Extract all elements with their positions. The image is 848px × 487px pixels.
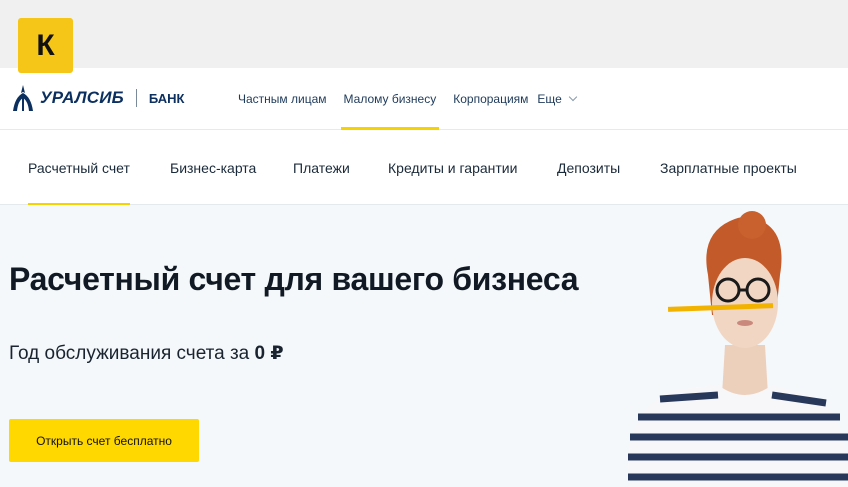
hero-subtitle-price: 0 ₽ — [254, 343, 284, 364]
hero-title: Расчетный счет для вашего бизнеса — [9, 261, 579, 297]
hero-subtitle: Год обслуживания счета за 0 ₽ — [9, 342, 284, 365]
k-badge-logo: К — [18, 18, 73, 73]
subnav-item-salary-projects[interactable]: Зарплатные проекты — [660, 130, 797, 205]
subnav-item-payments[interactable]: Платежи — [293, 130, 350, 205]
site-header: УРАЛСИБ БАНК Частным лицам Малому бизнес… — [0, 68, 848, 130]
top-navigation: Частным лицам Малому бизнесу Корпорациям… — [238, 68, 578, 130]
subnav-item-loans[interactable]: Кредиты и гарантии — [388, 130, 517, 205]
open-account-button[interactable]: Открыть счет бесплатно — [9, 419, 199, 462]
topnav-more-label: Еще — [537, 92, 562, 106]
hero-section: Расчетный счет для вашего бизнеса Год об… — [0, 205, 848, 487]
topnav-item-more[interactable]: Еще — [537, 68, 578, 130]
logo-divider — [135, 89, 137, 107]
chevron-down-icon — [568, 92, 578, 102]
topnav-item-small-business[interactable]: Малому бизнесу — [340, 68, 439, 130]
hero-woman-photo — [628, 211, 848, 487]
subnav-item-business-card[interactable]: Бизнес-карта — [170, 130, 256, 205]
logo-wordmark: УРАЛСИБ — [40, 88, 124, 107]
product-subnav: Расчетный счет Бизнес-карта Платежи Кред… — [0, 130, 848, 205]
subnav-item-deposits[interactable]: Депозиты — [557, 130, 620, 205]
uralsib-logo[interactable]: УРАЛСИБ БАНК — [10, 82, 184, 114]
top-strip — [0, 0, 848, 68]
topnav-item-corporations[interactable]: Корпорациям — [453, 68, 528, 130]
hero-subtitle-text: Год обслуживания счета за — [9, 343, 255, 364]
logo-bank-label: БАНК — [148, 90, 185, 106]
uralsib-emblem-icon — [13, 85, 33, 111]
topnav-item-individuals[interactable]: Частным лицам — [238, 68, 327, 130]
subnav-item-current-account[interactable]: Расчетный счет — [28, 130, 130, 205]
